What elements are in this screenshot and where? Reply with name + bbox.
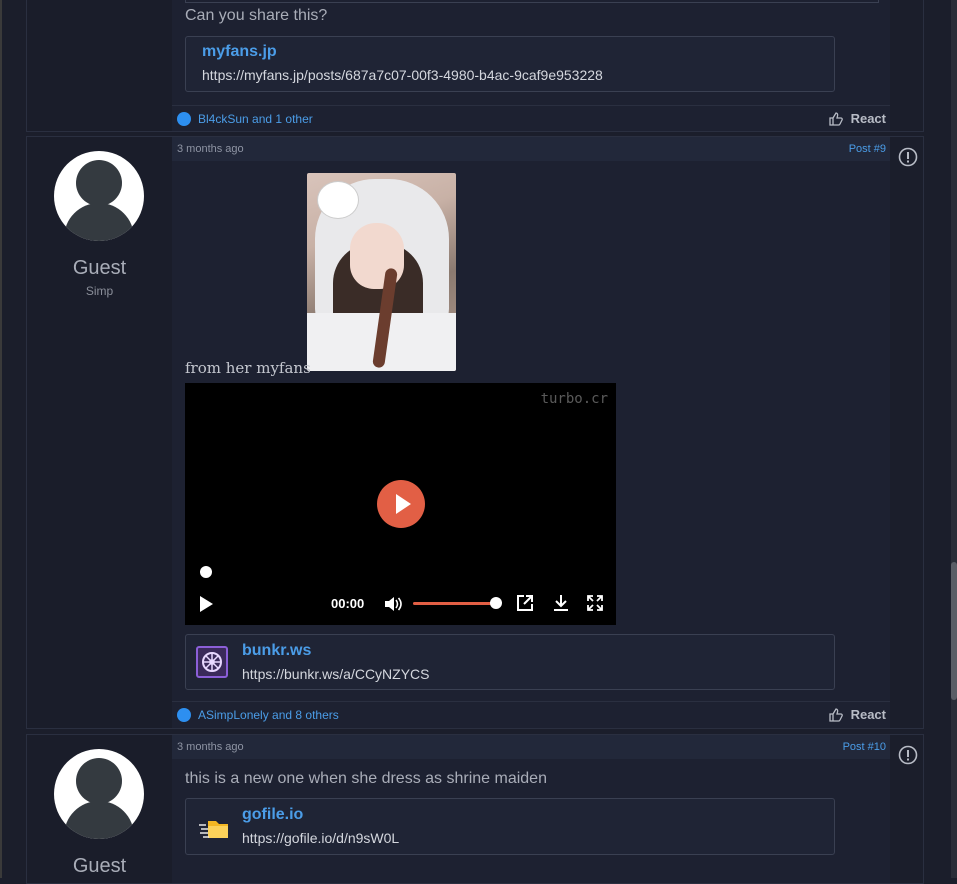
side-column [890, 735, 923, 883]
user-title: Simp [85, 284, 114, 298]
quote-block-edge [185, 0, 879, 3]
post-10: Guest 3 months ago Post #10 this is a ne… [26, 734, 924, 884]
post-footer: ASimpLonely and 8 others React [172, 701, 890, 728]
post-time[interactable]: 3 months ago [177, 741, 244, 753]
scrollbar-track[interactable] [951, 0, 957, 878]
link-url[interactable]: https://bunkr.ws/a/CCyNZYCS [242, 666, 430, 682]
side-column [890, 137, 923, 728]
page-edge [0, 0, 2, 878]
message-text: this is a new one when she dress as shri… [185, 770, 547, 787]
download-icon[interactable] [552, 594, 570, 612]
react-button[interactable]: React [828, 111, 886, 126]
link-site-name[interactable]: myfans.jp [202, 43, 277, 61]
video-time: 00:00 [331, 596, 365, 611]
thumbs-up-icon [177, 112, 191, 126]
link-url[interactable]: https://myfans.jp/posts/687a7c07-00f3-49… [202, 67, 603, 83]
post-9: Guest Simp 3 months ago Post #9 from her… [26, 136, 924, 729]
react-button[interactable]: React [828, 707, 886, 722]
sticker-icon [317, 181, 359, 219]
post-number-link[interactable]: Post #9 [849, 143, 886, 155]
thumbs-up-outline-icon [828, 708, 843, 722]
video-player[interactable]: turbo.cr 00:00 [185, 383, 616, 625]
link-preview-card[interactable]: gofile.io https://gofile.io/d/n9sW0L [185, 798, 835, 855]
post-footer: Bl4ckSun and 1 other React [172, 105, 890, 132]
link-url[interactable]: https://gofile.io/d/n9sW0L [242, 830, 399, 846]
link-preview-card[interactable]: myfans.jp https://myfans.jp/posts/687a7c… [185, 36, 835, 92]
gofile-logo-icon [199, 821, 228, 838]
side-column [890, 0, 923, 131]
fullscreen-icon[interactable] [586, 594, 604, 612]
play-control-icon[interactable] [200, 596, 213, 612]
link-site-name[interactable]: bunkr.ws [242, 642, 311, 660]
react-label: React [850, 111, 886, 126]
post-time[interactable]: 3 months ago [177, 143, 244, 155]
link-preview-card[interactable]: bunkr.ws https://bunkr.ws/a/CCyNZYCS [185, 634, 835, 690]
user-column: Guest Simp [27, 137, 172, 728]
progress-scrubber[interactable] [200, 566, 212, 578]
post-meta-bar: 3 months ago Post #9 [172, 137, 890, 161]
avatar[interactable] [54, 151, 144, 241]
scrollbar-thumb[interactable] [951, 562, 957, 700]
volume-knob[interactable] [490, 597, 502, 609]
play-icon[interactable] [377, 480, 425, 528]
user-column: Guest [27, 735, 172, 883]
react-label: React [850, 707, 886, 722]
bunkr-logo-icon [196, 646, 228, 678]
reactions-summary[interactable]: ASimpLonely and 8 others [198, 708, 339, 722]
volume-icon[interactable] [383, 595, 403, 613]
thumbs-up-icon [177, 708, 191, 722]
report-icon[interactable] [898, 147, 918, 167]
avatar[interactable] [54, 749, 144, 839]
attached-photo[interactable] [307, 173, 456, 371]
report-icon[interactable] [898, 745, 918, 765]
popout-icon[interactable] [516, 594, 534, 612]
volume-slider[interactable] [413, 602, 495, 605]
link-site-name[interactable]: gofile.io [242, 806, 303, 824]
thumbs-up-outline-icon [828, 112, 843, 126]
reactions-summary[interactable]: Bl4ckSun and 1 other [198, 112, 313, 126]
user-column [27, 0, 172, 131]
post-meta-bar: 3 months ago Post #10 [172, 735, 890, 759]
video-watermark: turbo.cr [540, 391, 608, 407]
message-text: Can you share this? [185, 7, 328, 24]
username[interactable]: Guest [27, 257, 172, 280]
caption-text: from her myfans [185, 359, 311, 377]
post-number-link[interactable]: Post #10 [843, 741, 886, 753]
post-8: Can you share this? myfans.jp https://my… [26, 0, 924, 132]
username[interactable]: Guest [27, 855, 172, 878]
